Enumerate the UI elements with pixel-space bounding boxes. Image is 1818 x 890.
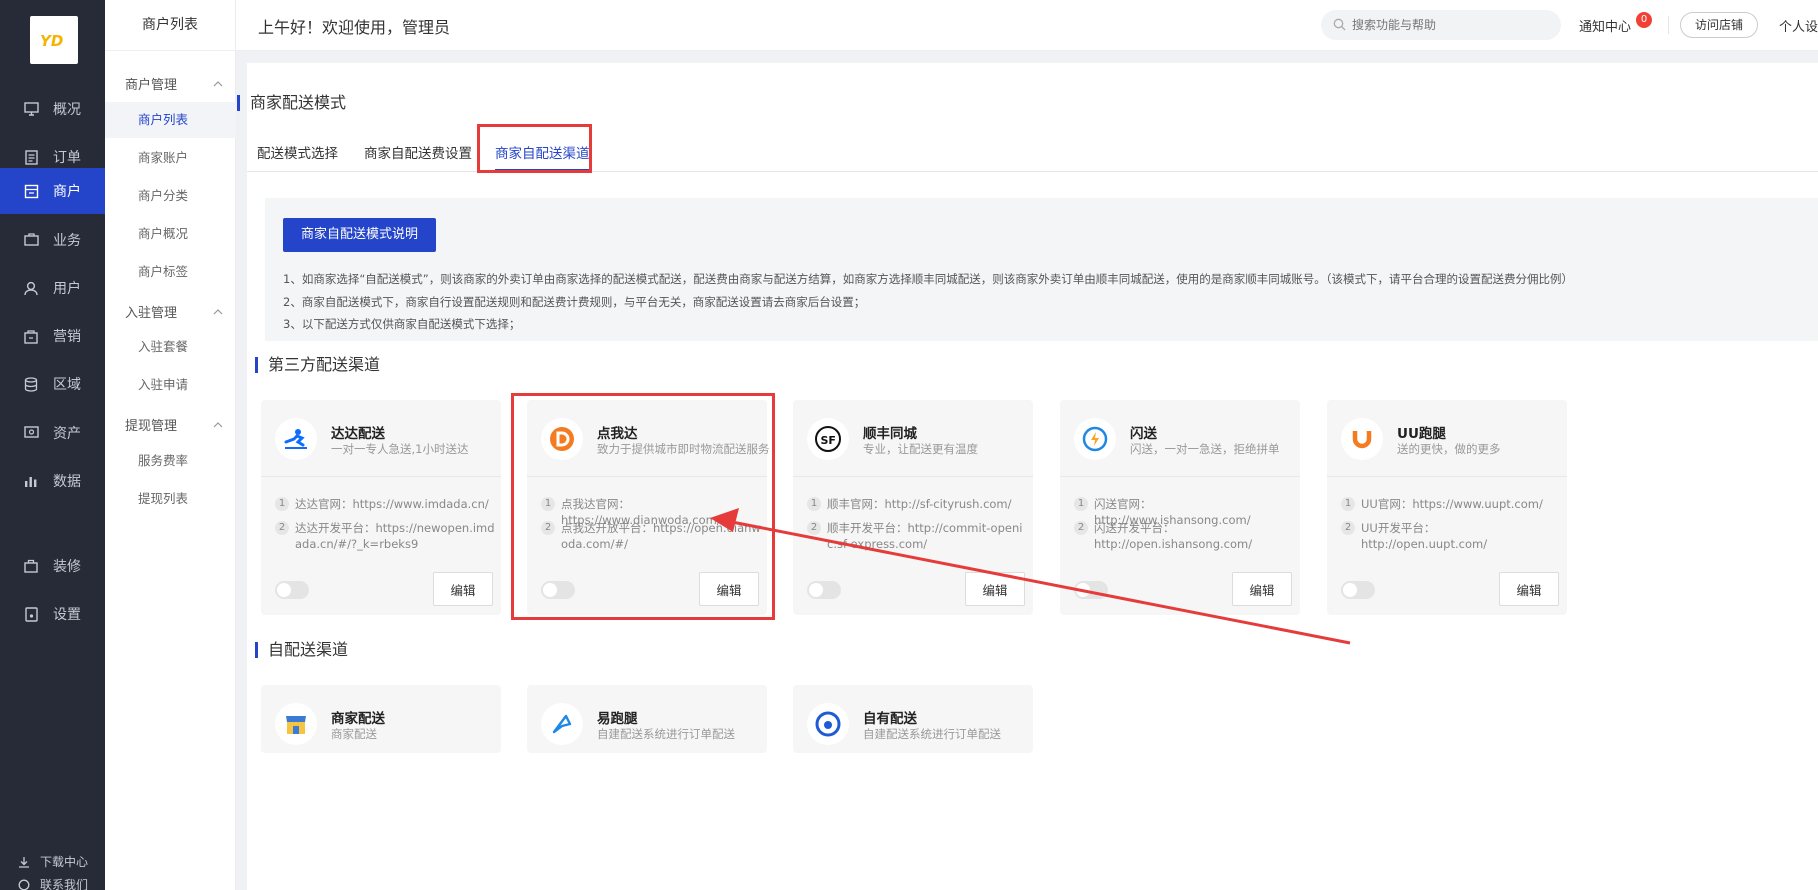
rail-item-overview[interactable]: 概况	[0, 86, 105, 132]
settings-icon	[23, 606, 39, 622]
briefcase-icon	[23, 232, 39, 248]
greeting-text: 上午好！欢迎使用，管理员	[258, 18, 451, 37]
menu-item-onboarding-package[interactable]: 入驻套餐	[105, 329, 236, 365]
store-logo-icon	[275, 703, 317, 745]
menu-group-withdrawal[interactable]: 提现管理	[125, 415, 223, 434]
menu-item-merchant-tags[interactable]: 商户标签	[105, 254, 236, 290]
svg-text:YD: YD	[40, 32, 63, 50]
menu-item-merchant-account[interactable]: 商家账户	[105, 140, 236, 176]
rail-item-settings[interactable]: 设置	[0, 591, 105, 637]
channel-name: 易跑腿	[597, 711, 638, 727]
notification-count-badge: 0	[1636, 12, 1652, 28]
menu-group-merchant-management[interactable]: 商户管理	[125, 74, 223, 93]
search-icon	[1333, 16, 1346, 35]
rail-item-label: 装修	[53, 559, 81, 575]
top-bar: 上午好！欢迎使用，管理员 通知中心 0 访问店铺 个人设	[236, 0, 1818, 51]
rail-item-business[interactable]: 业务	[0, 217, 105, 263]
menu-group-onboarding[interactable]: 入驻管理	[125, 302, 223, 321]
channel-name: 商家配送	[331, 711, 385, 727]
app-logo[interactable]: YD	[30, 16, 78, 64]
rail-item-data[interactable]: 数据	[0, 458, 105, 504]
personal-settings-link[interactable]: 个人设	[1779, 16, 1818, 35]
annotation-arrow	[710, 508, 1351, 645]
rail-item-label: 区域	[53, 377, 81, 393]
rail-item-label: 营销	[53, 329, 81, 345]
monitor-icon	[23, 101, 39, 117]
self-card-own: 自有配送 自建配送系统进行订单配送	[793, 685, 1033, 753]
self-card-yipaotui: 易跑腿 自建配送系统进行订单配送	[527, 685, 767, 753]
self-card-merchant: 商家配送 商家配送	[261, 685, 501, 753]
menu-item-service-rate[interactable]: 服务费率	[105, 443, 236, 479]
chart-icon	[23, 473, 39, 489]
rail-item-label: 数据	[53, 474, 81, 490]
chevron-up-icon	[213, 420, 223, 430]
menu-item-merchant-category[interactable]: 商户分类	[105, 178, 236, 214]
channel-desc: 商家配送	[331, 727, 377, 741]
document-icon	[23, 149, 39, 165]
rail-item-marketing[interactable]: 营销	[0, 313, 105, 359]
channel-desc: 自建配送系统进行订单配送	[597, 727, 735, 741]
search-box[interactable]	[1321, 10, 1561, 40]
download-icon	[18, 855, 32, 869]
rail-item-label: 资产	[53, 426, 81, 442]
notification-center-link[interactable]: 通知中心	[1579, 16, 1631, 35]
database-icon	[23, 376, 39, 392]
menu-item-merchant-list[interactable]: 商户列表	[105, 102, 236, 138]
secondary-menu: 商户列表 商户管理 商户列表 商家账户 商户分类 商户概况 商户标签 入驻管理 …	[105, 0, 236, 890]
submenu-title: 商户列表	[105, 0, 235, 51]
menu-item-merchant-overview[interactable]: 商户概况	[105, 216, 236, 252]
user-icon	[23, 280, 39, 296]
channel-desc: 自建配送系统进行订单配送	[863, 727, 1001, 741]
search-input[interactable]	[1352, 18, 1552, 32]
asset-icon	[23, 425, 39, 441]
download-center-link[interactable]: 下载中心	[18, 853, 88, 870]
contact-link[interactable]: 联系我们	[18, 876, 88, 890]
rail-item-assets[interactable]: 资产	[0, 410, 105, 456]
divider	[1668, 16, 1669, 34]
self-delivery-section-title: 自配送渠道	[255, 642, 348, 658]
rail-item-region[interactable]: 区域	[0, 361, 105, 407]
yipaotui-logo-icon	[541, 703, 583, 745]
menu-item-withdrawal-list[interactable]: 提现列表	[105, 481, 236, 517]
main-panel: 商家配送模式 配送模式选择 商家自配送费设置 商家自配送渠道 商家自配送模式说明…	[237, 63, 1818, 890]
marketing-icon	[23, 328, 39, 344]
shop-icon	[23, 183, 39, 199]
chevron-up-icon	[213, 79, 223, 89]
rail-item-label: 商户	[53, 184, 81, 200]
chevron-up-icon	[213, 307, 223, 317]
circle-icon	[18, 878, 32, 890]
rail-item-label: 业务	[53, 233, 81, 249]
rail-item-label: 设置	[53, 607, 81, 623]
decorate-icon	[23, 558, 39, 574]
menu-item-onboarding-application[interactable]: 入驻申请	[105, 367, 236, 403]
rail-item-label: 用户	[53, 281, 81, 297]
main-nav-rail: YD 概况 订单 商户 业务 用户 营销 区域 资产 数据 装修 设置 下载中心…	[0, 0, 105, 890]
rail-item-decorate[interactable]: 装修	[0, 543, 105, 589]
rail-item-label: 概况	[53, 102, 81, 118]
rail-item-users[interactable]: 用户	[0, 265, 105, 311]
rail-item-merchants[interactable]: 商户	[0, 168, 105, 214]
visit-store-button[interactable]: 访问店铺	[1680, 12, 1759, 38]
own-delivery-logo-icon	[807, 703, 849, 745]
brand-logo-icon: YD	[40, 32, 63, 50]
rail-item-label: 订单	[53, 150, 81, 166]
channel-name: 自有配送	[863, 711, 917, 727]
